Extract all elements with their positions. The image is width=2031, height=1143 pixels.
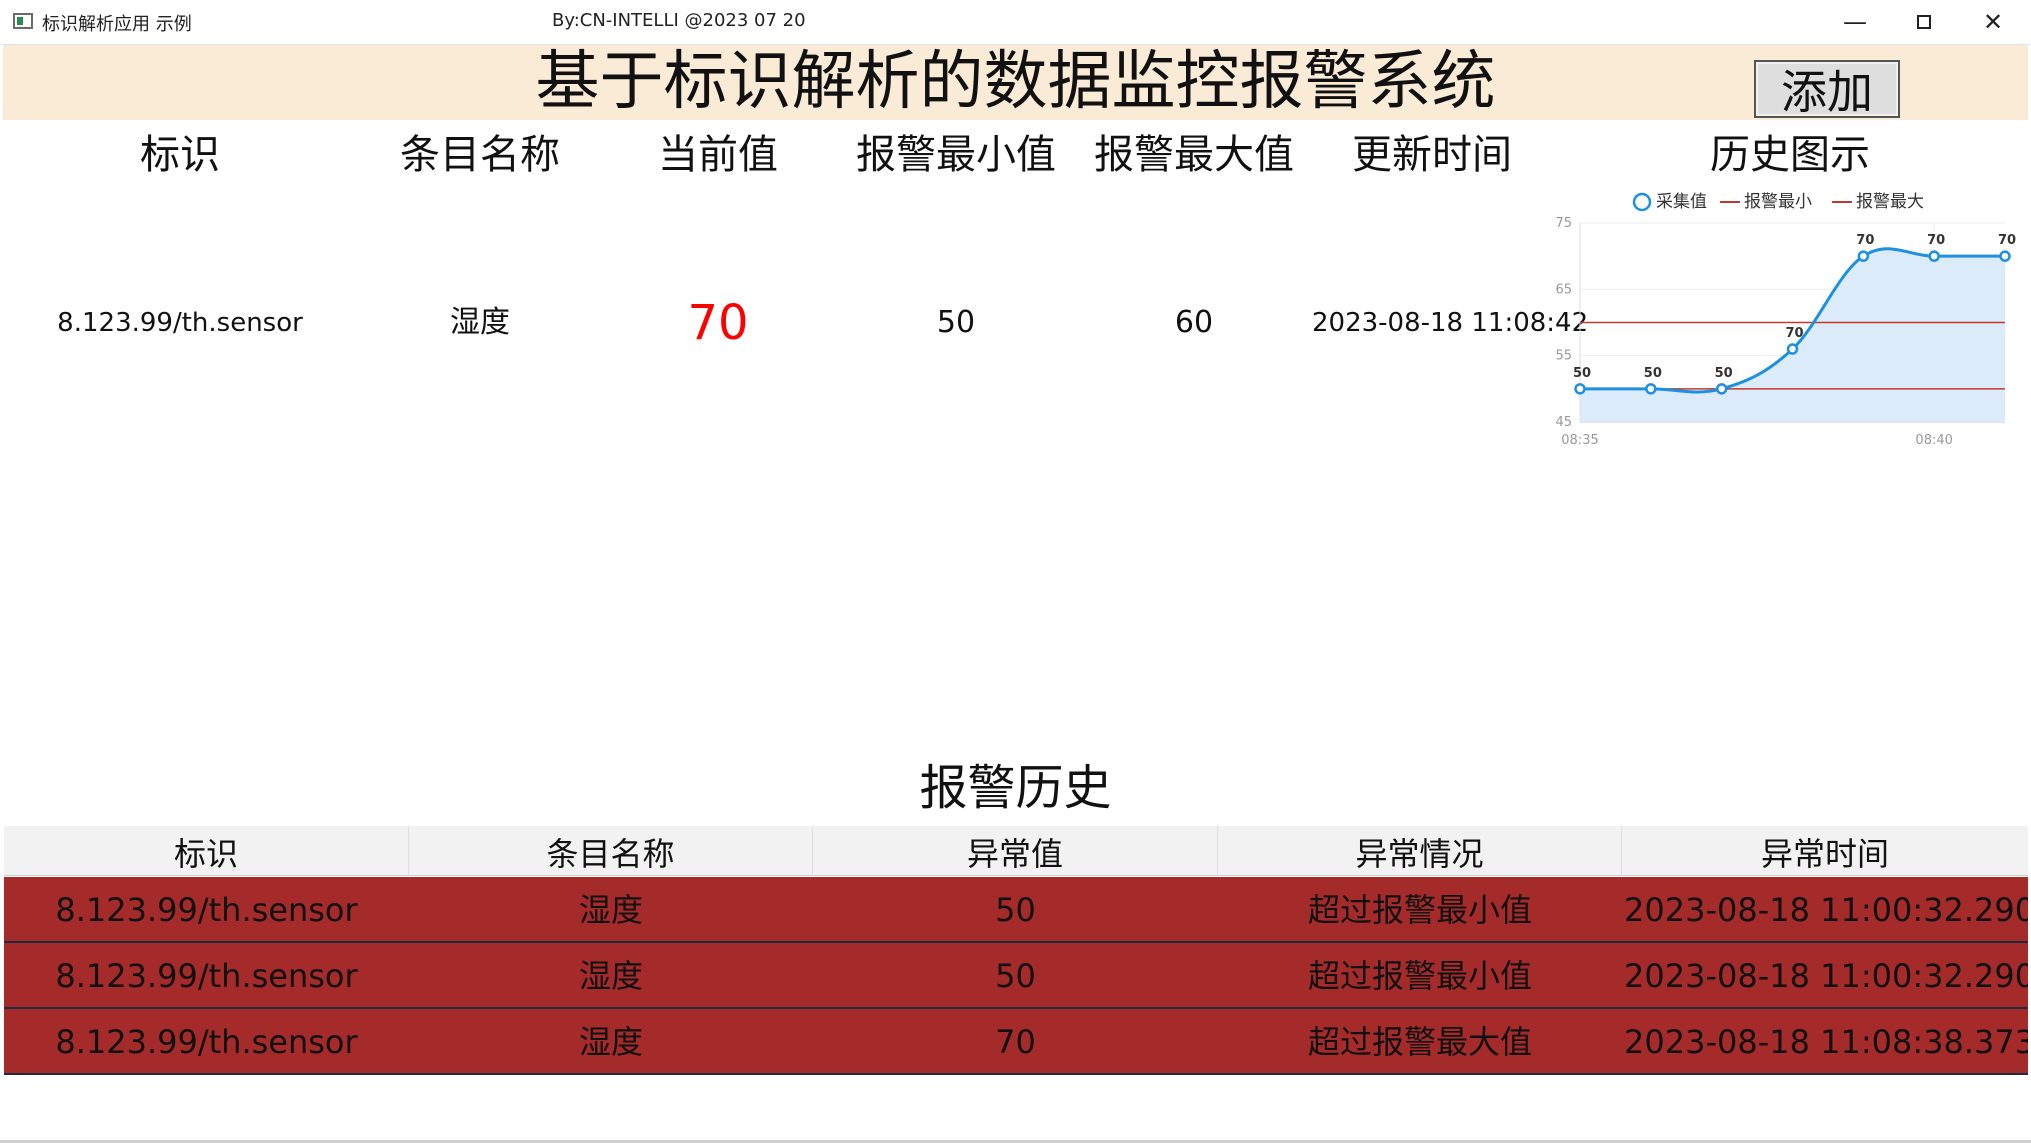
alarm-cell-status: 超过报警最小值	[1307, 891, 1532, 929]
chart-legend-label: 报警最小	[1744, 192, 1812, 212]
alarm-cell-item-name: 湿度	[578, 1023, 643, 1061]
chart-data-label: 70	[1998, 233, 2016, 248]
chart-data-label: 70	[1785, 326, 1803, 341]
alarm-cell-time: 2023-08-18 11:00:32.290371	[1624, 891, 2028, 929]
chart-y-axis: 45 55 65 75	[1555, 216, 1581, 430]
chart-data-point	[1645, 383, 1657, 395]
chart-data-point	[1715, 383, 1728, 395]
alarm-cell-status: 超过报警最大值	[1307, 1023, 1532, 1061]
add-button[interactable]: 添加	[1754, 60, 1900, 119]
column-header-updated-at: 更新时间	[1352, 132, 1512, 178]
alarm-header-value[interactable]: 异常值	[813, 826, 1218, 876]
minimize-icon: —	[1843, 8, 1867, 36]
chart-x-tick-label: 08:35	[1561, 433, 1598, 448]
monitor-item-name: 湿度	[450, 305, 510, 340]
history-chart: 采集值 报警最小 报警最大 45 55 65 75 08:35 08:40 50 50 50 70…	[1555, 192, 2016, 448]
alarm-row[interactable]: 8.123.99/th.sensor 湿度 50 超过报警最小值 2023-08…	[4, 943, 2028, 1009]
column-header-alarm-max: 报警最大值	[1094, 132, 1294, 178]
window-titlebar: 标识解析应用 示例 By:CN-INTELLI @2023 07 20 — ✕	[0, 0, 2031, 45]
monitor-current-value: 70	[687, 295, 749, 351]
maximize-button[interactable]	[1889, 0, 1959, 44]
chart-legend-marker	[1632, 192, 1652, 212]
alarm-cell-time: 2023-08-18 11:00:32.290371	[1624, 957, 2028, 995]
chart-legend-label: 采集值	[1656, 192, 1707, 212]
alarm-cell-time: 2023-08-18 11:08:38.373793	[1624, 1023, 2028, 1061]
alarm-header-time[interactable]: 异常时间	[1622, 826, 2028, 876]
maximize-icon	[1917, 15, 1931, 29]
column-header-current-value: 当前值	[658, 132, 778, 178]
window-author-label: By:CN-INTELLI @2023 07 20	[552, 10, 806, 31]
alarm-cell-identifier: 8.123.99/th.sensor	[55, 891, 358, 929]
alarm-cell-item-name: 湿度	[578, 891, 643, 929]
chart-data-label: 70	[1856, 233, 1874, 248]
alarm-history-title: 报警历史	[919, 760, 1112, 816]
chart-data-label: 50	[1644, 366, 1662, 381]
monitor-identifier: 8.123.99/th.sensor	[57, 308, 303, 338]
chart-data-label: 50	[1715, 366, 1733, 381]
alarm-row[interactable]: 8.123.99/th.sensor 湿度 70 超过报警最大值 2023-08…	[4, 1009, 2028, 1075]
chart-data-point	[1574, 383, 1586, 395]
monitor-updated-at: 2023-08-18 11:08:42	[1312, 308, 1589, 338]
column-header-alarm-min: 报警最小值	[856, 132, 1056, 178]
chart-data-label: 50	[1573, 366, 1591, 381]
alarm-cell-value: 50	[995, 957, 1036, 995]
alarm-row[interactable]: 8.123.99/th.sensor 湿度 50 超过报警最小值 2023-08…	[4, 877, 2028, 943]
app-icon	[13, 13, 33, 29]
chart-data-point	[1786, 343, 1799, 355]
chart-legend-label: 报警最大	[1856, 192, 1924, 212]
page-title: 基于标识解析的数据监控报警系统	[535, 45, 1496, 119]
alarm-header-status[interactable]: 异常情况	[1218, 826, 1622, 876]
close-button[interactable]: ✕	[1958, 0, 2028, 44]
alarm-cell-item-name: 湿度	[578, 957, 643, 995]
alarm-header-identifier[interactable]: 标识	[4, 826, 409, 876]
chart-data-point	[1857, 250, 1870, 262]
alarm-cell-value: 50	[995, 891, 1036, 929]
alarm-cell-identifier: 8.123.99/th.sensor	[55, 957, 358, 995]
chart-data-point	[1999, 250, 2011, 262]
monitor-alarm-max: 60	[1174, 305, 1214, 340]
alarm-cell-value: 70	[995, 1023, 1036, 1061]
minimize-button[interactable]: —	[1820, 0, 1890, 44]
chart-data-point	[1928, 250, 1940, 262]
chart-y-tick-label: 65	[1555, 282, 1572, 297]
chart-series: 50 50 50 70 70 70 70	[1573, 233, 2016, 422]
column-header-identifier: 标识	[140, 132, 220, 178]
column-header-history-chart: 历史图示	[1710, 132, 1870, 178]
chart-data-label: 70	[1927, 233, 1945, 248]
alarm-header-item-name[interactable]: 条目名称	[409, 826, 813, 876]
close-icon: ✕	[1982, 8, 2004, 36]
chart-legend: 采集值 报警最小 报警最大	[1632, 192, 1924, 212]
monitor-alarm-min: 50	[936, 305, 976, 340]
chart-y-tick-label: 45	[1555, 415, 1572, 430]
app-header: 基于标识解析的数据监控报警系统 添加	[3, 45, 2028, 120]
column-header-item-name: 条目名称	[400, 132, 560, 178]
alarm-cell-status: 超过报警最小值	[1307, 957, 1532, 995]
chart-y-tick-label: 75	[1555, 216, 1572, 231]
chart-y-tick-label: 55	[1555, 349, 1572, 364]
chart-x-axis: 08:35 08:40	[1561, 421, 2005, 448]
window-title: 标识解析应用 示例	[42, 14, 192, 35]
chart-x-tick-label: 08:40	[1915, 433, 1952, 448]
alarm-cell-identifier: 8.123.99/th.sensor	[55, 1023, 358, 1061]
